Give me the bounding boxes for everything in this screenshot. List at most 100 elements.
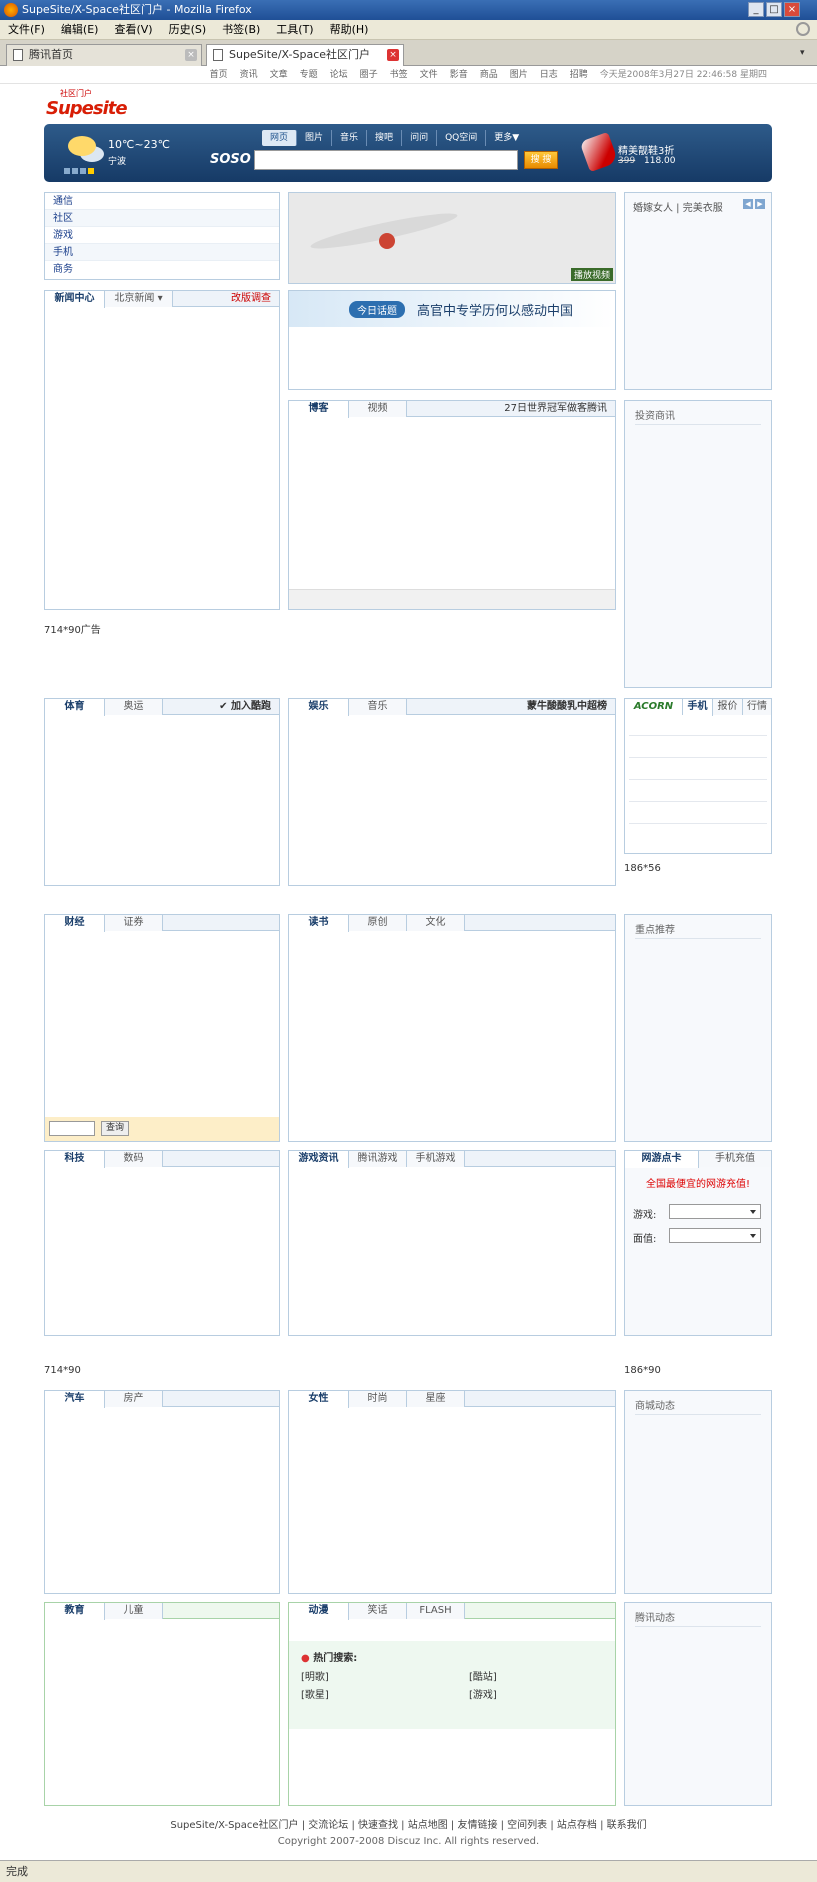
menu-history[interactable]: 历史(S)	[161, 20, 215, 40]
tab-fashion[interactable]: 时尚	[349, 1391, 407, 1407]
nav-bookmarks[interactable]: 书签	[390, 70, 408, 80]
games-tabs: 游戏资讯 腾讯游戏 手机游戏	[289, 1151, 615, 1168]
tab-tech[interactable]: 科技	[45, 1151, 105, 1168]
next-icon[interactable]: ▶	[755, 199, 765, 209]
search-input[interactable]	[254, 150, 518, 170]
nav-jobs[interactable]: 招聘	[570, 70, 588, 80]
search-tab-soba[interactable]: 搜吧	[367, 130, 403, 146]
menu-edit[interactable]: 编辑(E)	[53, 20, 107, 40]
search-tab-music[interactable]: 音乐	[332, 130, 368, 146]
footer-links[interactable]: SupeSite/X-Space社区门户 | 交流论坛 | 快速查找 | 站点地…	[0, 1816, 817, 1831]
hot-link-3[interactable]: [歌星]	[301, 1686, 329, 1701]
swimmer-photo[interactable]: 播放视频	[288, 192, 616, 284]
tab-female[interactable]: 女性	[289, 1391, 349, 1408]
tab-game-card[interactable]: 网游点卡	[625, 1151, 699, 1168]
search-tab-images[interactable]: 图片	[297, 130, 333, 146]
hot-link-4[interactable]: [游戏]	[469, 1686, 497, 1701]
tab-children[interactable]: 儿童	[105, 1603, 163, 1619]
link-business[interactable]: 商务	[45, 261, 279, 278]
nav-files[interactable]: 文件	[420, 70, 438, 80]
tab-reading[interactable]: 读书	[289, 915, 349, 932]
nav-forum[interactable]: 论坛	[330, 70, 348, 80]
tab-auto[interactable]: 汽车	[45, 1391, 105, 1408]
divider	[629, 735, 767, 736]
tab-quotes[interactable]: 报价	[713, 699, 743, 715]
nav-media[interactable]: 影音	[450, 70, 468, 80]
close-window-button[interactable]: ×	[784, 2, 800, 17]
nav-groups[interactable]: 圈子	[360, 70, 378, 80]
stock-query-button[interactable]: 查询	[101, 1121, 129, 1136]
game-select[interactable]	[669, 1204, 761, 1219]
tab-music[interactable]: 音乐	[349, 699, 407, 715]
tab-olympics[interactable]: 奥运	[105, 699, 163, 715]
link-games[interactable]: 游戏	[45, 227, 279, 244]
tab-digital[interactable]: 数码	[105, 1151, 163, 1167]
search-button[interactable]: 搜 搜	[524, 151, 558, 169]
nav-blogs[interactable]: 日志	[540, 70, 558, 80]
play-video-button[interactable]: 播放视频	[570, 268, 613, 281]
sponsor-link[interactable]: 蒙牛酸酸乳中超榜	[527, 700, 607, 714]
blog-headline[interactable]: 27日世界冠军做客腾讯	[504, 402, 607, 416]
tab-news-center[interactable]: 新闻中心	[45, 291, 105, 308]
menu-help[interactable]: 帮助(H)	[322, 20, 377, 40]
nav-goods[interactable]: 商品	[480, 70, 498, 80]
tab-finance[interactable]: 财经	[45, 915, 105, 932]
nav-topics[interactable]: 专题	[300, 70, 318, 80]
search-tab-web[interactable]: 网页	[262, 130, 298, 146]
tab-mobile[interactable]: 手机	[683, 699, 713, 716]
menu-tools[interactable]: 工具(T)	[268, 20, 321, 40]
link-community[interactable]: 社区	[45, 210, 279, 227]
weather-pager[interactable]	[64, 166, 96, 177]
tab-mobile-games[interactable]: 手机游戏	[407, 1151, 465, 1167]
tab-tencent-games[interactable]: 腾讯游戏	[349, 1151, 407, 1167]
hot-link-1[interactable]: [明歌]	[301, 1668, 329, 1683]
tab-education[interactable]: 教育	[45, 1603, 105, 1620]
tab-list-icon[interactable]: ▾	[800, 48, 805, 58]
nav-images[interactable]: 图片	[510, 70, 528, 80]
prev-icon[interactable]: ◀	[743, 199, 753, 209]
tab-comic[interactable]: 动漫	[289, 1603, 349, 1620]
search-tab-wenwen[interactable]: 问问	[402, 130, 438, 146]
value-select[interactable]	[669, 1228, 761, 1243]
link-telecom[interactable]: 通信	[45, 193, 279, 210]
tab-sports[interactable]: 体育	[45, 699, 105, 716]
menu-bookmarks[interactable]: 书签(B)	[214, 20, 268, 40]
tab-culture[interactable]: 文化	[407, 915, 465, 931]
minimize-button[interactable]: _	[748, 2, 764, 17]
menu-view[interactable]: 查看(V)	[106, 20, 160, 40]
link-mobile[interactable]: 手机	[45, 244, 279, 261]
nav-articles[interactable]: 文章	[270, 70, 288, 80]
site-logo[interactable]: 社区门户 Supesite	[46, 88, 128, 122]
tab-jokes[interactable]: 笑话	[349, 1603, 407, 1619]
close-tab-icon[interactable]: ×	[387, 49, 399, 61]
tab-game-news[interactable]: 游戏资讯	[289, 1151, 349, 1168]
hot-link-2[interactable]: [酷站]	[469, 1668, 497, 1683]
tab-flash[interactable]: FLASH	[407, 1603, 465, 1619]
shoe-ad-image[interactable]	[579, 131, 619, 173]
tab-beijing-news[interactable]: 北京新闻 ▾	[105, 291, 173, 307]
tab-phone-topup[interactable]: 手机充值	[699, 1151, 771, 1167]
survey-link[interactable]: 改版调查	[231, 292, 271, 306]
tab-stocks[interactable]: 证券	[105, 915, 163, 931]
menu-file[interactable]: 文件(F)	[0, 20, 53, 40]
tab-video[interactable]: 视频	[349, 401, 407, 417]
maximize-button[interactable]: □	[766, 2, 782, 17]
tab-entertainment[interactable]: 娱乐	[289, 699, 349, 716]
tab-market[interactable]: 行情	[743, 699, 771, 715]
today-topic-title[interactable]: 高官中专学历何以感动中国	[417, 300, 573, 319]
tab-original[interactable]: 原创	[349, 915, 407, 931]
close-tab-icon[interactable]: ×	[185, 49, 197, 61]
search-tab-more[interactable]: 更多▼	[486, 130, 527, 146]
nav-home[interactable]: 首页	[210, 70, 228, 80]
promo-title[interactable]: 精美靓鞋3折	[618, 142, 674, 157]
search-tab-qzone[interactable]: QQ空间	[437, 130, 487, 146]
nike-link[interactable]: ✔ 加入酷跑	[219, 700, 271, 714]
tab-house[interactable]: 房产	[105, 1391, 163, 1407]
tab-blog[interactable]: 博客	[289, 401, 349, 418]
stock-code-input[interactable]	[49, 1121, 95, 1136]
wedding-title[interactable]: 婚嫁女人 | 完美衣服	[633, 199, 723, 214]
tab-tencent[interactable]: 腾讯首页 ×	[6, 44, 202, 66]
nav-news[interactable]: 资讯	[240, 70, 258, 80]
tab-supesite[interactable]: SupeSite/X-Space社区门户 ×	[206, 44, 404, 67]
tab-horoscope[interactable]: 星座	[407, 1391, 465, 1407]
